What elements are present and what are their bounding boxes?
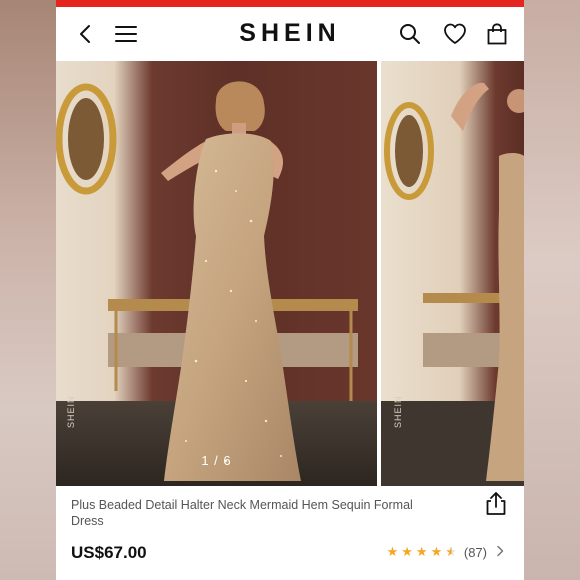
image-pager-indicator: 1 / 6 <box>201 453 232 468</box>
half-star-icon: ★ <box>445 544 457 559</box>
chevron-right-icon[interactable] <box>496 544 504 560</box>
top-navigation-bar: SHEIN <box>56 7 524 61</box>
product-price: US$67.00 <box>71 543 147 562</box>
product-photo-main <box>56 81 377 486</box>
bag-icon[interactable] <box>484 21 510 47</box>
product-image-next[interactable]: SHEIN <box>381 61 524 486</box>
top-accent-bar <box>56 0 524 7</box>
review-count[interactable]: (87) <box>464 545 487 560</box>
product-image-main[interactable]: SHEIN 1 / 6 <box>56 61 377 486</box>
heart-icon[interactable] <box>442 21 468 47</box>
product-rating[interactable]: ★ ★ ★ ★ ★ (87) <box>387 544 504 560</box>
star-icon: ★ <box>386 544 399 559</box>
search-icon[interactable] <box>397 21 423 47</box>
background-right <box>524 0 580 580</box>
star-icon: ★ <box>415 544 428 559</box>
background-left <box>0 0 56 580</box>
app-screen: SHEIN SHEIN 1 / 6 SHEIN Plus Beaded Deta… <box>56 0 524 580</box>
product-image-gallery[interactable]: SHEIN 1 / 6 SHEIN <box>56 61 524 486</box>
image-watermark: SHEIN <box>66 395 76 428</box>
product-title: Plus Beaded Detail Halter Neck Mermaid H… <box>71 498 413 528</box>
share-icon[interactable] <box>484 490 508 516</box>
image-watermark-next: SHEIN <box>393 395 403 428</box>
star-icon: ★ <box>401 544 413 559</box>
star-icon: ★ <box>430 544 443 559</box>
